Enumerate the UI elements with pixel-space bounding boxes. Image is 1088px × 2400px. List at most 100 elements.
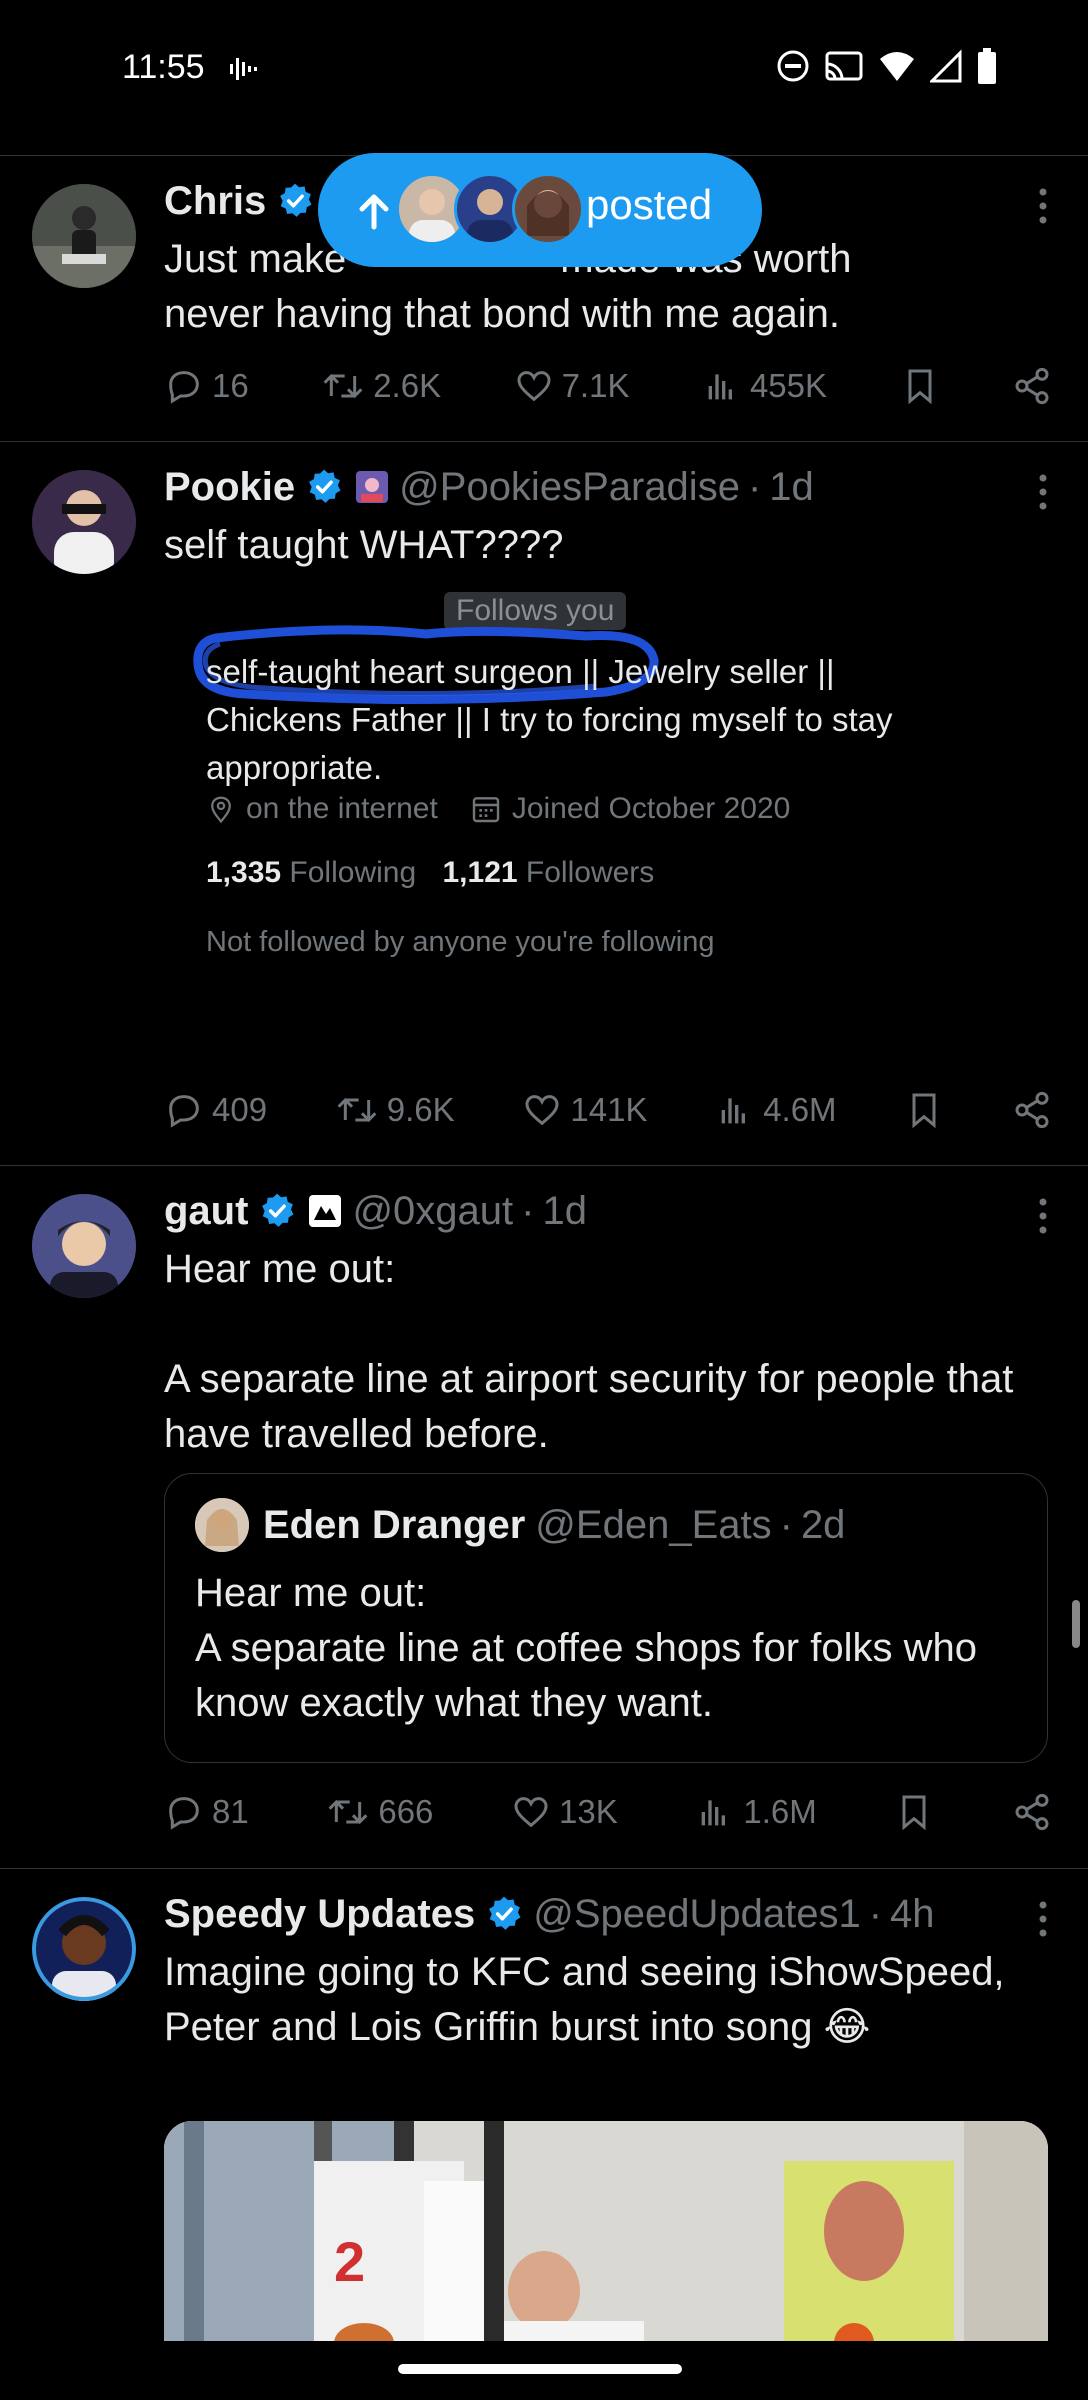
- following-count: 1,335: [206, 856, 282, 889]
- views-button[interactable]: 1.6M: [695, 1792, 817, 1832]
- bio-line-2: Chickens Father || I try to forcing myse…: [206, 701, 893, 738]
- tweet-header: gaut @0xgaut · 1d: [164, 1186, 1048, 1236]
- reply-button[interactable]: 409: [164, 1090, 267, 1130]
- separator-dot: ·: [747, 465, 762, 509]
- avatar[interactable]: [32, 1194, 136, 1298]
- do-not-disturb-icon: [777, 50, 809, 82]
- tweet-actions: 81 666 13K 1.6M: [164, 1792, 1052, 1832]
- tweet-text: self taught WHAT????: [164, 523, 564, 567]
- status-bar: 11:55: [0, 0, 1088, 140]
- verified-badge-icon: [262, 1193, 294, 1227]
- repost-count: 9.6K: [386, 1091, 455, 1128]
- reply-button[interactable]: 81: [164, 1792, 249, 1832]
- pill-avatar-3: [512, 173, 584, 245]
- separator-dot: ·: [868, 1892, 883, 1936]
- reply-icon: [169, 371, 199, 404]
- affiliate-badge-icon: [356, 471, 389, 503]
- avatar[interactable]: [32, 1897, 136, 2001]
- repost-count: 666: [378, 1793, 434, 1830]
- signal-icon: [930, 49, 962, 83]
- tweet-pookie[interactable]: Pookie @PookiesParadise · 1d self taught…: [0, 442, 1088, 1165]
- tweet-speedy-updates[interactable]: Speedy Updates @SpeedUpdates1 · 4h Imagi…: [0, 1869, 1088, 2341]
- bookmark-icon[interactable]: [894, 1792, 934, 1832]
- quoted-text: Hear me out: A separate line at coffee s…: [195, 1571, 977, 1725]
- more-options-icon[interactable]: [1038, 1901, 1048, 1937]
- like-count: 13K: [559, 1793, 618, 1830]
- view-count: 4.6M: [763, 1091, 837, 1128]
- reply-icon: [169, 1797, 199, 1830]
- separator-dot: ·: [779, 1502, 793, 1547]
- author-handle[interactable]: @0xgaut: [352, 1186, 513, 1236]
- bio-location: on the internet: [246, 792, 438, 825]
- quoted-author-handle: @Eden_Eats: [535, 1502, 772, 1547]
- avatar[interactable]: [32, 184, 136, 288]
- tweet-media-video[interactable]: 2: [164, 2121, 1048, 2341]
- verified-badge-icon: [489, 1896, 521, 1930]
- bio-line-1: self-taught heart surgeon || Jewelry sel…: [206, 653, 835, 690]
- repost-count: 2.6K: [373, 367, 442, 404]
- more-options-icon[interactable]: [1038, 474, 1048, 510]
- followers-label: Followers: [525, 856, 655, 889]
- timestamp[interactable]: 4h: [890, 1889, 935, 1939]
- repost-icon: [337, 1097, 377, 1123]
- bookmark-icon[interactable]: [904, 1090, 944, 1130]
- tweet-text: Imagine going to KFC and seeing iShowSpe…: [164, 1950, 1016, 2049]
- wifi-icon: [880, 52, 914, 81]
- views-button[interactable]: 4.6M: [715, 1090, 837, 1130]
- scrollbar[interactable]: [1072, 1600, 1080, 1648]
- share-icon[interactable]: [1012, 1090, 1052, 1130]
- tweet-gaut[interactable]: gaut @0xgaut · 1d Hear me out: A separat…: [0, 1166, 1088, 1868]
- author-handle[interactable]: @SpeedUpdates1: [533, 1889, 861, 1939]
- new-posts-pill[interactable]: posted: [318, 153, 762, 267]
- timestamp[interactable]: 1d: [542, 1186, 587, 1236]
- views-button[interactable]: 455K: [702, 366, 827, 406]
- repost-icon: [328, 1799, 368, 1825]
- more-options-icon[interactable]: [1038, 188, 1048, 224]
- timeline-feed: Chris Just makemade was worth never havi…: [0, 155, 1088, 2341]
- bio-line-3: appropriate.: [206, 749, 383, 786]
- tweet-text: Hear me out: A separate line at airport …: [164, 1247, 1014, 1456]
- tweet-media-image[interactable]: Follows you self-taught heart surgeon ||…: [164, 592, 1044, 1052]
- followers-count: 1,121: [442, 856, 518, 889]
- reply-count: 409: [212, 1091, 268, 1128]
- author-name[interactable]: Pookie: [164, 462, 295, 512]
- repost-button[interactable]: 666: [326, 1792, 433, 1832]
- bookmark-icon[interactable]: [900, 366, 940, 406]
- like-button[interactable]: 7.1K: [514, 366, 629, 406]
- share-icon[interactable]: [1012, 1792, 1052, 1832]
- view-count: 1.6M: [743, 1793, 817, 1830]
- author-name[interactable]: Speedy Updates: [164, 1889, 475, 1939]
- repost-button[interactable]: 2.6K: [321, 366, 441, 406]
- author-handle[interactable]: @PookiesParadise: [399, 462, 740, 512]
- battery-icon: [978, 48, 996, 84]
- pill-label: posted: [586, 181, 713, 228]
- affiliate-badge-icon: [309, 1195, 342, 1227]
- heart-icon: [525, 1095, 559, 1126]
- views-icon: [702, 1800, 726, 1826]
- calendar-icon: [472, 797, 500, 823]
- share-icon[interactable]: [1012, 366, 1052, 406]
- reply-button[interactable]: 16: [164, 366, 249, 406]
- tweet-text-line2: never having that bond with me again.: [164, 292, 840, 336]
- quoted-tweet[interactable]: Eden Dranger @Eden_Eats · 2d Hear me out…: [164, 1473, 1048, 1763]
- svg-text:2: 2: [334, 2230, 365, 2293]
- repost-button[interactable]: 9.6K: [335, 1090, 455, 1130]
- timestamp[interactable]: 1d: [769, 462, 814, 512]
- like-count: 141K: [570, 1091, 648, 1128]
- bio-joined: Joined October 2020: [511, 792, 791, 825]
- like-button[interactable]: 141K: [522, 1090, 647, 1130]
- like-button[interactable]: 13K: [511, 1792, 618, 1832]
- location-icon: [211, 796, 231, 824]
- tweet-actions: 16 2.6K 7.1K 455K: [164, 366, 1052, 406]
- author-name[interactable]: Chris: [164, 176, 266, 226]
- tweet-header: Speedy Updates @SpeedUpdates1 · 4h: [164, 1889, 1048, 1939]
- audio-wave-icon: [230, 58, 257, 80]
- author-name[interactable]: gaut: [164, 1186, 248, 1236]
- more-options-icon[interactable]: [1038, 1198, 1048, 1234]
- tweet-header: Pookie @PookiesParadise · 1d: [164, 462, 1048, 512]
- heart-icon: [514, 1797, 548, 1828]
- reply-count: 81: [212, 1793, 249, 1830]
- status-icons: [776, 48, 998, 84]
- gesture-nav-bar[interactable]: [398, 2364, 682, 2374]
- avatar[interactable]: [32, 470, 136, 574]
